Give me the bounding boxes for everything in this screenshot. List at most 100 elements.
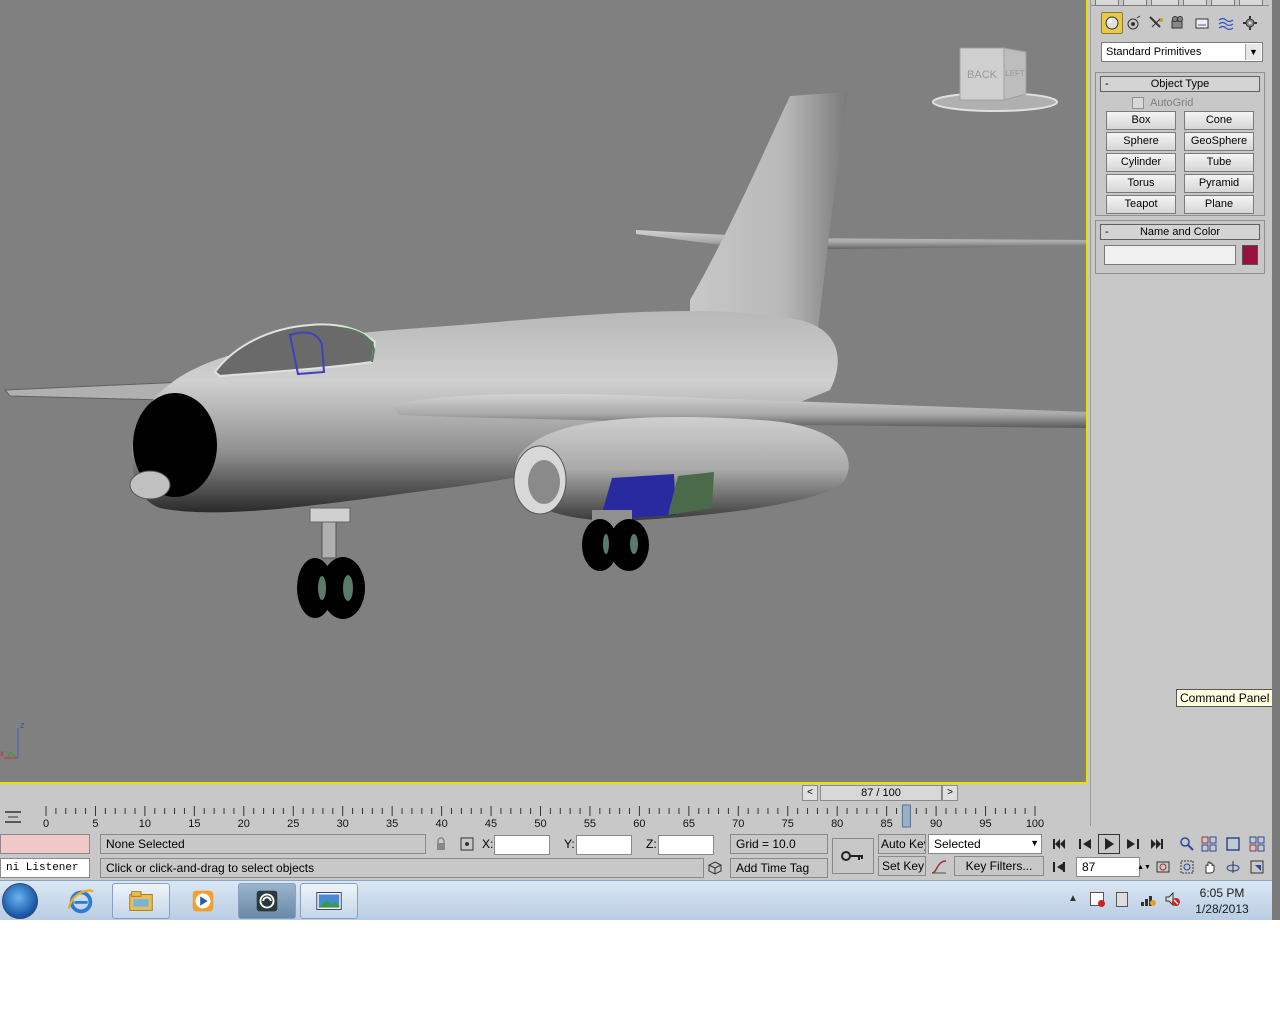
- windows-start-button[interactable]: [2, 883, 38, 919]
- object-color-swatch[interactable]: [1242, 245, 1258, 265]
- cone-button[interactable]: Cone: [1184, 111, 1254, 130]
- go-to-start-icon[interactable]: [1048, 834, 1070, 854]
- time-slider[interactable]: < 87 / 100 >: [802, 784, 958, 802]
- trackbar-tick-label: 10: [139, 818, 151, 830]
- explorer-icon[interactable]: [112, 883, 170, 919]
- axis-y-label: y: [7, 749, 11, 758]
- tab-hierarchy[interactable]: [1151, 0, 1179, 6]
- y-coordinate-field[interactable]: [576, 835, 632, 855]
- viewcube[interactable]: BACK LEFT: [930, 44, 1060, 116]
- shapes-icon[interactable]: [1191, 12, 1213, 34]
- device-icon[interactable]: [1116, 892, 1128, 907]
- network-icon[interactable]: [1140, 891, 1156, 907]
- lights-icon[interactable]: [1123, 12, 1145, 34]
- current-frame-marker[interactable]: [901, 804, 911, 828]
- torus-button[interactable]: Torus: [1106, 174, 1176, 193]
- tube-button[interactable]: Tube: [1184, 153, 1254, 172]
- sphere-button[interactable]: Sphere: [1106, 132, 1176, 151]
- z-coordinate-label: Z:: [646, 837, 657, 851]
- key-mode-toggle-icon[interactable]: [1048, 857, 1070, 877]
- time-slider-thumb[interactable]: 87 / 100: [820, 785, 942, 801]
- sphere-icon[interactable]: [1101, 12, 1123, 34]
- auto-key-button[interactable]: Auto Key: [878, 834, 926, 854]
- helpers-icon[interactable]: [1167, 12, 1189, 34]
- cylinder-button[interactable]: Cylinder: [1106, 153, 1176, 172]
- chevron-down-icon[interactable]: ▼: [1030, 836, 1039, 850]
- trackbar-tick-label: 45: [485, 818, 497, 830]
- play-icon[interactable]: [1098, 834, 1120, 854]
- next-frame-icon[interactable]: [1122, 834, 1144, 854]
- time-configuration-icon[interactable]: [1152, 857, 1174, 877]
- media-player-icon[interactable]: [174, 883, 232, 919]
- trackbar-ruler[interactable]: 0 5 10 15 20 25 30 35 40 45 50 55 60 65 70 75 80 85 90 95 10…: [0, 802, 1090, 832]
- time-tag-icon[interactable]: [704, 858, 726, 878]
- lock-icon[interactable]: [430, 834, 452, 854]
- zoom-region-icon[interactable]: [1176, 857, 1198, 877]
- trackbar[interactable]: 0 5 10 15 20 25 30 35 40 45 50 55 60 65 70 75 80 85 90 95 10…: [0, 802, 1090, 832]
- system-clock[interactable]: 6:05 PM 1/28/2013: [1180, 885, 1264, 917]
- photo-viewer-icon[interactable]: [300, 883, 358, 919]
- add-time-tag-button[interactable]: Add Time Tag: [730, 858, 828, 878]
- key-mode-dropdown[interactable]: Selected ▼: [928, 834, 1042, 854]
- cameras-icon[interactable]: [1145, 12, 1167, 34]
- trackbar-tick-label: 5: [92, 818, 98, 830]
- zoom-extents-all-icon[interactable]: [1246, 834, 1268, 854]
- ie-icon[interactable]: [52, 883, 110, 919]
- primitive-category-dropdown[interactable]: Standard Primitives ▼: [1101, 42, 1263, 62]
- spinner-icon[interactable]: ▲▼: [1137, 857, 1151, 877]
- spacewarps-icon[interactable]: [1215, 12, 1237, 34]
- perspective-viewport[interactable]: BACK LEFT z x y: [0, 0, 1088, 784]
- show-hidden-icons-icon[interactable]: ▲: [1068, 893, 1078, 904]
- set-key-button[interactable]: Set Key: [878, 856, 926, 876]
- maxscript-mini-listener[interactable]: ni Listener: [0, 858, 90, 878]
- orbit-icon[interactable]: [1222, 857, 1244, 877]
- object-name-input[interactable]: [1104, 245, 1236, 265]
- autogrid-checkbox[interactable]: AutoGrid: [1132, 97, 1193, 109]
- aircraft-model[interactable]: [0, 0, 1088, 784]
- trackbar-tick-label: 100: [1026, 818, 1044, 830]
- geosphere-button[interactable]: GeoSphere: [1184, 132, 1254, 151]
- absolute-mode-icon[interactable]: [456, 834, 478, 854]
- action-center-icon[interactable]: [1090, 892, 1105, 907]
- tab-create[interactable]: [1095, 0, 1119, 6]
- key-tangents-icon[interactable]: [928, 857, 950, 877]
- x-coordinate-field[interactable]: [494, 835, 550, 855]
- object-type-header[interactable]: - Object Type: [1100, 76, 1260, 92]
- tab-display[interactable]: [1211, 0, 1235, 6]
- viewcube-back-face: BACK: [967, 69, 998, 81]
- volume-muted-icon[interactable]: [1164, 891, 1180, 907]
- chevron-down-icon[interactable]: ▼: [1245, 44, 1261, 60]
- box-button[interactable]: Box: [1106, 111, 1176, 130]
- current-frame-field[interactable]: [1076, 857, 1140, 877]
- time-slider-prev-button[interactable]: <: [802, 785, 818, 801]
- primitive-category-value: Standard Primitives: [1106, 46, 1202, 58]
- teapot-button[interactable]: Teapot: [1106, 195, 1176, 214]
- tab-motion[interactable]: [1183, 0, 1207, 6]
- zoom-all-icon[interactable]: [1198, 834, 1220, 854]
- trackbar-frame-icon[interactable]: [4, 810, 22, 824]
- zoom-icon[interactable]: [1176, 834, 1198, 854]
- systems-icon[interactable]: [1239, 12, 1261, 34]
- go-to-end-icon[interactable]: [1146, 834, 1168, 854]
- z-coordinate-field[interactable]: [658, 835, 714, 855]
- tab-modify[interactable]: [1123, 0, 1147, 6]
- previous-frame-icon[interactable]: [1074, 834, 1096, 854]
- 3dsmax-icon[interactable]: [238, 883, 296, 919]
- axis-z-label: z: [20, 720, 25, 730]
- tab-utilities[interactable]: [1239, 0, 1263, 6]
- trackbar-tick-label: 55: [584, 818, 596, 830]
- time-slider-next-button[interactable]: >: [942, 785, 958, 801]
- key-filters-button[interactable]: Key Filters...: [954, 856, 1044, 876]
- pan-icon[interactable]: [1198, 857, 1220, 877]
- pyramid-button[interactable]: Pyramid: [1184, 174, 1254, 193]
- trackbar-tick-label: 60: [633, 818, 645, 830]
- trackbar-tick-label: 30: [337, 818, 349, 830]
- maxscript-mini-listener-pink[interactable]: [0, 834, 90, 854]
- zoom-extents-icon[interactable]: [1222, 834, 1244, 854]
- name-and-color-header[interactable]: - Name and Color: [1100, 224, 1260, 240]
- trackbar-tick-label: 35: [386, 818, 398, 830]
- maximize-viewport-icon[interactable]: [1246, 857, 1268, 877]
- trackbar-tick-label: 15: [188, 818, 200, 830]
- plane-button[interactable]: Plane: [1184, 195, 1254, 214]
- key-mode-value: Selected: [934, 837, 981, 851]
